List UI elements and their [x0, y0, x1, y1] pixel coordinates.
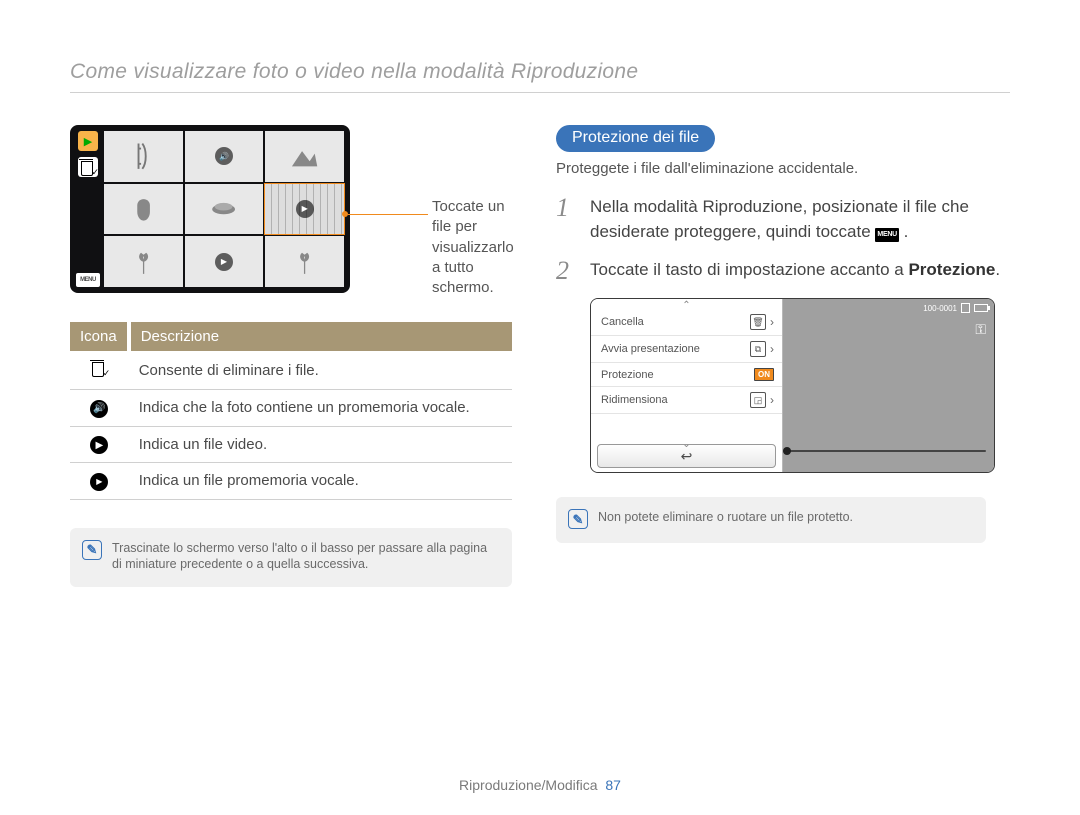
page: Come visualizzare foto o video nella mod…: [0, 0, 1080, 815]
camera-menu-panel: ⌃ Cancella 🗑 › Avvia presentazione ⧉ › Pro…: [591, 299, 783, 472]
camera-menu-items: Cancella 🗑 › Avvia presentazione ⧉ › Prote…: [591, 299, 782, 442]
thumb[interactable]: [104, 131, 183, 182]
footer: Riproduzione/Modifica 87: [0, 777, 1080, 793]
slideshow-icon: ⧉: [750, 341, 766, 357]
right-column: Protezione dei file Proteggete i file da…: [556, 125, 1010, 587]
columns: ▶ ✓ MENU 🔊 ▶▶ ▶: [70, 125, 1010, 587]
scroll-up-icon[interactable]: ⌃: [682, 300, 690, 311]
table-row: ✓ Consente di eliminare i file.: [70, 351, 512, 390]
page-title: Come visualizzare foto o video nella mod…: [70, 60, 1010, 84]
on-badge: ON: [754, 368, 774, 381]
menu-item-protezione[interactable]: Protezione ON: [591, 363, 782, 387]
thumb[interactable]: [265, 131, 344, 182]
section-heading: Protezione dei file: [556, 125, 715, 152]
voice-memo-icon: 🔊: [215, 147, 233, 165]
left-column: ▶ ✓ MENU 🔊 ▶▶ ▶: [70, 125, 512, 587]
callout-line: [348, 207, 428, 221]
cell-desc: Indica un file promemoria vocale.: [129, 463, 512, 500]
title-rule: [70, 92, 1010, 93]
icon-table: Icona Descrizione ✓ Consente di eliminar…: [70, 322, 512, 500]
sidebar-trash-icon[interactable]: ✓: [78, 157, 98, 177]
table-row: 🔊 Indica che la foto contiene un promemo…: [70, 390, 512, 427]
tip-text: Non potete eliminare o ruotare un file p…: [598, 509, 853, 529]
cell-icon: ▶: [70, 426, 129, 463]
callout-text: Toccate un file per visualizzarlo a tutt…: [432, 197, 514, 298]
scroll-down-icon[interactable]: ⌄: [682, 439, 690, 450]
trash-icon: 🗑: [750, 314, 766, 330]
thumb-selected[interactable]: ▶▶: [265, 184, 344, 235]
thumb[interactable]: [265, 236, 344, 287]
menu-item-label: Cancella: [601, 316, 644, 328]
thumbnail-grid: 🔊 ▶▶ ▶: [104, 131, 344, 287]
resize-icon: ◲: [750, 392, 766, 408]
menu-item-label: Ridimensiona: [601, 394, 668, 406]
sidebar-menu-button[interactable]: MENU: [76, 273, 100, 287]
sd-card-icon: [961, 303, 970, 313]
cell-desc: Indica un file video.: [129, 426, 512, 463]
screen-sidebar: ▶ ✓ MENU: [76, 131, 100, 287]
memo-play-icon: ▶: [90, 473, 108, 491]
camera-menu-preview: 100-0001 ⚿: [783, 299, 994, 472]
table-row: ▶ Indica un file promemoria vocale.: [70, 463, 512, 500]
chevron-right-icon: ›: [770, 315, 774, 329]
cell-desc: Indica che la foto contiene un promemori…: [129, 390, 512, 427]
thumb[interactable]: [185, 184, 264, 235]
sidebar-play-icon[interactable]: ▶: [78, 131, 98, 151]
thumbnail-screen: ▶ ✓ MENU 🔊 ▶▶ ▶: [70, 125, 350, 293]
table-row: ▶ Indica un file video.: [70, 426, 512, 463]
chevron-right-icon: ›: [770, 342, 774, 356]
step-number: 2: [556, 258, 578, 284]
page-number: 87: [605, 777, 621, 793]
thumb[interactable]: [104, 236, 183, 287]
menu-item-cancella[interactable]: Cancella 🗑 ›: [591, 309, 782, 336]
status-bar: 100-0001: [923, 303, 988, 313]
tip-box-left: ✎ Trascinate lo schermo verso l'alto o i…: [70, 528, 512, 588]
voice-memo-icon: 🔊: [90, 400, 108, 418]
trash-check-icon: ✓: [90, 359, 108, 377]
menu-item-label: Avvia presentazione: [601, 343, 700, 355]
key-lock-icon: ⚿: [975, 321, 986, 338]
step-bold: Protezione: [908, 260, 995, 279]
chevron-right-icon: ›: [770, 393, 774, 407]
info-icon: ✎: [568, 509, 588, 529]
menu-item-ridimensiona[interactable]: Ridimensiona ◲ ›: [591, 387, 782, 414]
step-text-before: Nella modalità Riproduzione, posizionate…: [590, 197, 969, 241]
camera-menu-screen: ⌃ Cancella 🗑 › Avvia presentazione ⧉ › Pro…: [590, 298, 995, 473]
menu-item-label: Protezione: [601, 369, 654, 381]
cell-desc: Consente di eliminare i file.: [129, 351, 512, 390]
video-play-icon: ▶: [296, 200, 314, 218]
cell-icon: ✓: [70, 351, 129, 390]
thumb[interactable]: ▶: [185, 236, 264, 287]
th-desc: Descrizione: [129, 322, 512, 351]
menu-item-avvia-presentazione[interactable]: Avvia presentazione ⧉ ›: [591, 336, 782, 363]
video-play-icon: ▶: [90, 436, 108, 454]
battery-icon: [974, 304, 988, 312]
file-counter: 100-0001: [923, 304, 957, 313]
thumbnail-screen-wrap: ▶ ✓ MENU 🔊 ▶▶ ▶: [70, 125, 512, 300]
step-text-after: .: [899, 222, 908, 241]
step-text-after: .: [995, 260, 1000, 279]
cell-icon: ▶: [70, 463, 129, 500]
thumb[interactable]: 🔊: [185, 131, 264, 182]
cell-icon: 🔊: [70, 390, 129, 427]
step-text-before: Toccate il tasto di impostazione accanto…: [590, 260, 908, 279]
menu-icon: MENU: [875, 228, 898, 242]
step-text: Toccate il tasto di impostazione accanto…: [590, 258, 1000, 284]
timeline-slider[interactable]: [783, 450, 986, 452]
step-text: Nella modalità Riproduzione, posizionate…: [590, 195, 1010, 244]
section-intro: Proteggete i file dall'eliminazione acci…: [556, 160, 1010, 177]
step: 2 Toccate il tasto di impostazione accan…: [556, 258, 1010, 284]
tip-box-right: ✎ Non potete eliminare o ruotare un file…: [556, 497, 986, 543]
step: 1 Nella modalità Riproduzione, posiziona…: [556, 195, 1010, 244]
memo-play-icon: ▶: [215, 253, 233, 271]
th-icon: Icona: [70, 322, 129, 351]
tip-text: Trascinate lo schermo verso l'alto o il …: [112, 540, 498, 574]
footer-section: Riproduzione/Modifica: [459, 777, 598, 793]
step-number: 1: [556, 195, 578, 244]
info-icon: ✎: [82, 540, 102, 560]
steps-list: 1 Nella modalità Riproduzione, posiziona…: [556, 195, 1010, 284]
thumb[interactable]: [104, 184, 183, 235]
